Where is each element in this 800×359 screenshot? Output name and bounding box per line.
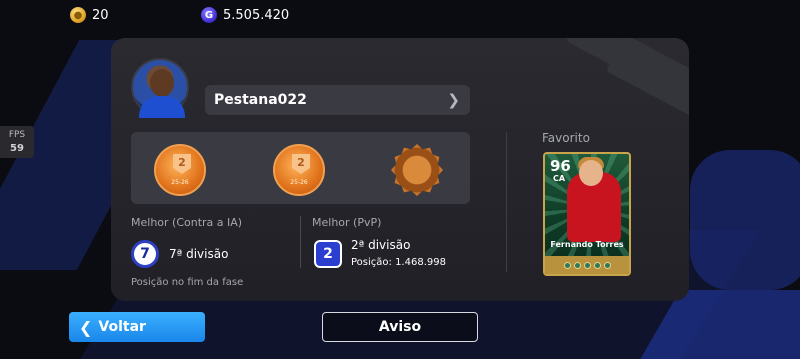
medals-row[interactable]: 2 25-26 2 25-26 xyxy=(131,132,470,204)
best-ai-label: Melhor (Contra a IA) xyxy=(131,216,243,229)
avatar[interactable] xyxy=(131,58,189,118)
profile-panel: Pestana022 ❯ 2 25-26 2 25-26 Melhor (Con… xyxy=(111,38,689,301)
gear-medal-icon[interactable] xyxy=(391,144,443,196)
favorite-player-card[interactable]: 96 CA Fernando Torres xyxy=(543,152,631,276)
card-position: CA xyxy=(553,174,566,183)
divider xyxy=(300,216,301,268)
gp-icon: G xyxy=(201,7,217,23)
card-player-name: Fernando Torres xyxy=(550,240,624,249)
back-button[interactable]: ❮ Voltar xyxy=(69,312,205,342)
fps-counter: FPS 59 xyxy=(0,126,34,158)
gp-value: 5.505.420 xyxy=(223,7,290,23)
season-end-note: Posição no fim da fase xyxy=(131,277,244,288)
favorite-label: Favorito xyxy=(542,131,590,145)
medal-rank: 2 xyxy=(292,154,310,174)
fps-value: 59 xyxy=(10,143,24,154)
division-badge-pvp: 2 xyxy=(314,240,342,268)
medal-rank: 2 xyxy=(173,154,191,174)
divider xyxy=(506,132,507,272)
player-name: Pestana022 xyxy=(214,92,307,108)
chevron-left-icon: ❮ xyxy=(79,317,93,337)
background-shape xyxy=(690,150,800,290)
fps-label: FPS xyxy=(8,130,26,140)
best-ai-division: 7ª divisão xyxy=(169,247,229,261)
medal-season: 25-26 xyxy=(290,179,308,186)
back-label: Voltar xyxy=(98,319,146,335)
coins-value: 20 xyxy=(92,7,109,23)
best-pvp-position: Posição: 1.468.998 xyxy=(351,257,446,268)
card-footer xyxy=(545,256,629,274)
best-pvp-division: 2ª divisão xyxy=(351,238,411,252)
card-rating: 96 xyxy=(550,157,571,175)
chevron-right-icon: ❯ xyxy=(447,91,460,109)
notice-button[interactable]: Aviso xyxy=(322,312,478,342)
season-medal[interactable]: 2 25-26 xyxy=(154,144,206,196)
medal-season: 25-26 xyxy=(171,179,189,186)
season-medal[interactable]: 2 25-26 xyxy=(273,144,325,196)
coins-display: ● 20 xyxy=(70,6,109,24)
coin-icon: ● xyxy=(70,7,86,23)
best-pvp-label: Melhor (PvP) xyxy=(312,216,382,229)
panel-decoration xyxy=(489,38,689,175)
gp-display: G 5.505.420 xyxy=(201,6,289,24)
division-badge-ai: 7 xyxy=(131,240,159,268)
player-name-button[interactable]: Pestana022 ❯ xyxy=(205,85,470,115)
notice-label: Aviso xyxy=(378,319,422,335)
